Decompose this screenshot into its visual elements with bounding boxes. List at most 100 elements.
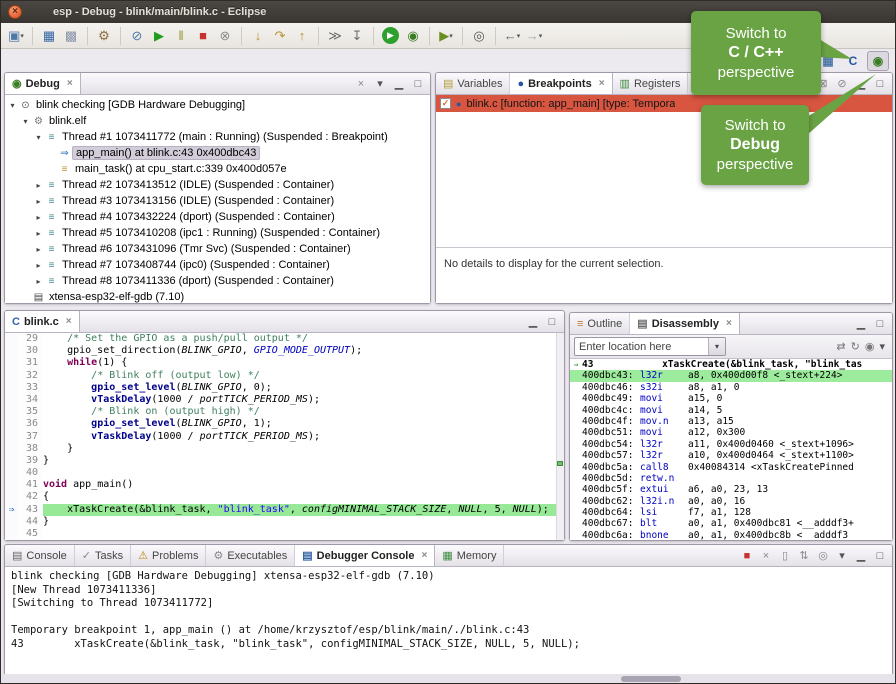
console-line[interactable]: Temporary breakpoint 1, app_main () at /…: [11, 624, 886, 638]
debug-tree-item[interactable]: ▸≡Thread #4 1073432224 (dport) (Suspende…: [5, 209, 430, 225]
breakpoint-checkbox[interactable]: ✓: [440, 98, 451, 109]
code-line[interactable]: ⇒43 xTaskCreate(&blink_task, "blink_task…: [5, 504, 556, 516]
code-line[interactable]: 37 vTaskDelay(1000 / portTICK_PERIOD_MS)…: [5, 431, 556, 443]
step-over-icon[interactable]: ↷: [270, 26, 290, 46]
disassembly-row[interactable]: 400dbc54:l32ra11, 0x400d0460 <_stext+109…: [570, 439, 892, 450]
location-combo-dropdown-icon[interactable]: ▾: [708, 338, 725, 355]
code-line[interactable]: 34 vTaskDelay(1000 / portTICK_PERIOD_MS)…: [5, 394, 556, 406]
close-tab-icon[interactable]: ×: [66, 316, 72, 327]
debug-tree-item[interactable]: ▸≡Thread #5 1073410208 (ipc1 : Running) …: [5, 225, 430, 241]
tab-memory[interactable]: ▦Memory: [435, 545, 504, 566]
debugger-console-output[interactable]: blink checking [GDB Hardware Debugging] …: [5, 567, 892, 675]
tab-executables[interactable]: ⚙Executables: [206, 545, 295, 566]
maximize-icon[interactable]: □: [873, 550, 887, 562]
horizontal-scrollbar[interactable]: [621, 676, 681, 682]
code-line[interactable]: 30 gpio_set_direction(BLINK_GPIO, GPIO_M…: [5, 345, 556, 357]
disassembly-row[interactable]: 400dbc43:l32ra8, 0x400d00f8 <_stext+224>: [570, 370, 892, 381]
dropdown-icon[interactable]: ▾: [539, 32, 543, 40]
code-editor[interactable]: 29 /* Set the GPIO as a push/pull output…: [5, 333, 556, 540]
overview-ruler[interactable]: [556, 333, 564, 540]
debug-tree-item[interactable]: ▾≡Thread #1 1073411772 (main : Running) …: [5, 129, 430, 145]
code-line[interactable]: 32 /* Blink off (output low) */: [5, 370, 556, 382]
tab-debugger-console[interactable]: ▤Debugger Console×: [295, 545, 435, 566]
debug-tree-item[interactable]: ≡main_task() at cpu_start.c:339 0x400d05…: [5, 161, 430, 177]
tab-problems[interactable]: ⚠Problems: [131, 545, 206, 566]
view-menu-icon[interactable]: ▾: [879, 340, 885, 353]
disassembly-row[interactable]: 400dbc4c:movia14, 5: [570, 405, 892, 416]
debug-perspective-icon[interactable]: ◉: [867, 51, 889, 71]
refresh-view-icon[interactable]: ↻: [851, 340, 860, 353]
skip-breakpoints-icon[interactable]: ⊘: [127, 26, 147, 46]
close-tab-icon[interactable]: ×: [726, 318, 732, 329]
debug-tree-item[interactable]: ▸≡Thread #2 1073413512 (IDLE) (Suspended…: [5, 177, 430, 193]
debug-tree-item[interactable]: ▾⚙blink.elf: [5, 113, 430, 129]
tab-debug[interactable]: ◉Debug×: [5, 73, 81, 94]
overview-ruler-mark[interactable]: [557, 461, 563, 466]
minimize-icon[interactable]: ▁: [392, 77, 406, 90]
save-all-icon[interactable]: ▩: [61, 26, 81, 46]
tab-console[interactable]: ▤Console: [5, 545, 75, 566]
disassembly-row[interactable]: 400dbc46:s32ia8, a1, 0: [570, 382, 892, 393]
disassembly-row[interactable]: 400dbc4f:mov.na13, a15: [570, 416, 892, 427]
disassembly-row[interactable]: 400dbc64:lsif7, a1, 128: [570, 507, 892, 518]
step-into-icon[interactable]: ↓: [248, 26, 268, 46]
code-line[interactable]: 35 /* Blink on (output high) */: [5, 406, 556, 418]
tree-expand-arrow[interactable]: ▸: [33, 277, 44, 286]
tree-expand-arrow[interactable]: ▸: [33, 197, 44, 206]
code-line[interactable]: 31 while(1) {: [5, 357, 556, 369]
external-tools-icon[interactable]: ▶▾: [436, 26, 456, 46]
maximize-icon[interactable]: □: [411, 78, 425, 90]
tab-disassembly[interactable]: ▤Disassembly×: [630, 313, 740, 334]
code-line[interactable]: 40: [5, 467, 556, 479]
console-line[interactable]: [New Thread 1073411336]: [11, 584, 886, 598]
tab-outline[interactable]: ≡Outline: [570, 313, 630, 334]
debug-tree-item[interactable]: ▸≡Thread #8 1073411336 (dport) (Suspende…: [5, 273, 430, 289]
tree-expand-arrow[interactable]: ▾: [7, 101, 18, 110]
debug-icon[interactable]: ◉: [403, 26, 423, 46]
minimize-icon[interactable]: ▁: [854, 317, 868, 330]
tree-expand-arrow[interactable]: ▸: [33, 229, 44, 238]
disassembly-list[interactable]: ⇒43 xTaskCreate(&blink_task, "blink_tas4…: [570, 359, 892, 540]
code-line[interactable]: 39}: [5, 455, 556, 467]
terminate-icon[interactable]: ■: [740, 550, 754, 562]
disassembly-row[interactable]: 400dbc5d:retw.n: [570, 473, 892, 484]
view-menu-icon[interactable]: ▾: [835, 549, 849, 562]
forward-icon[interactable]: →▾: [524, 26, 544, 46]
tab-tasks[interactable]: ✓Tasks: [75, 545, 131, 566]
dropdown-icon[interactable]: ▾: [449, 32, 453, 40]
debug-tree-item[interactable]: ▸≡Thread #3 1073413156 (IDLE) (Suspended…: [5, 193, 430, 209]
run-icon[interactable]: ▶: [382, 27, 399, 44]
code-line[interactable]: 41void app_main(): [5, 479, 556, 491]
location-input[interactable]: [575, 338, 708, 355]
debug-tree-item[interactable]: ▸≡Thread #6 1073431096 (Tmr Svc) (Suspen…: [5, 241, 430, 257]
disassembly-row[interactable]: 400dbc5f:extuia6, a0, 23, 13: [570, 484, 892, 495]
instruction-stepping-icon[interactable]: ≫: [325, 26, 345, 46]
terminate-icon[interactable]: ■: [193, 26, 213, 46]
maximize-icon[interactable]: □: [873, 318, 887, 330]
navigate-icon[interactable]: ⇄: [836, 340, 845, 353]
code-line[interactable]: 44}: [5, 516, 556, 528]
clear-console-icon[interactable]: ▯: [778, 549, 792, 562]
disconnect-icon[interactable]: ⊗: [215, 26, 235, 46]
console-line[interactable]: [Switching to Thread 1073411772]: [11, 597, 886, 611]
save-icon[interactable]: ▦: [39, 26, 59, 46]
disassembly-row[interactable]: 400dbc5a:call80x40084314 <xTaskCreatePin…: [570, 462, 892, 473]
drop-to-frame-icon[interactable]: ↧: [347, 26, 367, 46]
pin-view-icon[interactable]: ◉: [865, 340, 875, 353]
disassembly-row[interactable]: 400dbc49:movia15, 0: [570, 393, 892, 404]
console-line[interactable]: blink checking [GDB Hardware Debugging] …: [11, 570, 886, 584]
disassembly-row[interactable]: 400dbc57:l32ra10, 0x400d0464 <_stext+110…: [570, 450, 892, 461]
minimize-icon[interactable]: ▁: [854, 549, 868, 562]
tree-expand-arrow[interactable]: ▸: [33, 245, 44, 254]
close-tab-icon[interactable]: ×: [421, 550, 427, 561]
console-line[interactable]: 43 xTaskCreate(&blink_task, "blink_task"…: [11, 638, 886, 652]
debug-tree-item[interactable]: ▤xtensa-esp32-elf-gdb (7.10): [5, 289, 430, 303]
search-icon[interactable]: ◎: [469, 26, 489, 46]
disassembly-row[interactable]: 400dbc62:l32i.na0, a0, 16: [570, 496, 892, 507]
code-line[interactable]: 29 /* Set the GPIO as a push/pull output…: [5, 333, 556, 345]
window-close-button[interactable]: ×: [8, 5, 22, 19]
tab-registers[interactable]: ▥Registers: [613, 73, 689, 94]
code-line[interactable]: 45: [5, 528, 556, 540]
tree-expand-arrow[interactable]: ▾: [20, 117, 31, 126]
step-return-icon[interactable]: ↑: [292, 26, 312, 46]
